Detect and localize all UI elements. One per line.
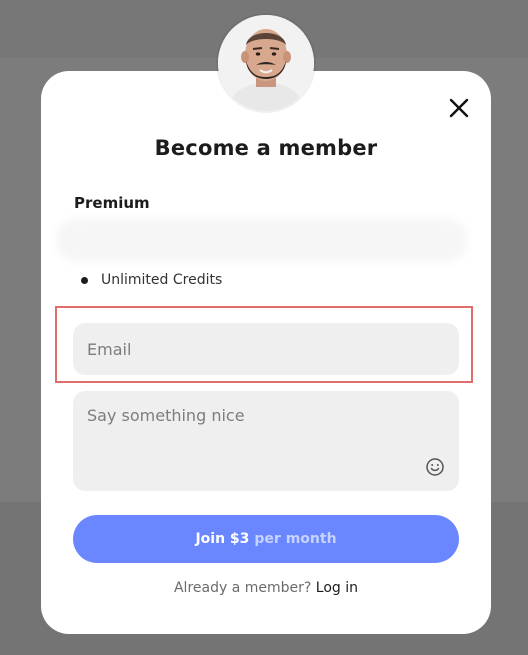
close-icon[interactable] bbox=[447, 96, 471, 120]
message-field[interactable] bbox=[73, 391, 459, 491]
smiley-icon[interactable] bbox=[425, 457, 445, 477]
join-button-period: per month bbox=[254, 531, 337, 547]
login-prompt-text: Already a member? bbox=[173, 580, 312, 596]
tier-name: Premium bbox=[74, 194, 150, 212]
creator-avatar bbox=[218, 15, 314, 111]
perk-list-item: Unlimited Credits bbox=[81, 270, 222, 290]
tier-price-placeholder bbox=[56, 218, 468, 262]
join-button[interactable]: Join $3 per month bbox=[73, 515, 459, 563]
perk-label: Unlimited Credits bbox=[101, 272, 223, 288]
modal-title: Become a member bbox=[154, 136, 378, 160]
email-field[interactable] bbox=[73, 323, 459, 375]
login-prompt: Already a member? Log in bbox=[41, 580, 491, 596]
bullet-icon bbox=[81, 276, 88, 284]
join-button-label: Join $3 bbox=[195, 531, 250, 547]
login-link[interactable]: Log in bbox=[316, 580, 358, 596]
